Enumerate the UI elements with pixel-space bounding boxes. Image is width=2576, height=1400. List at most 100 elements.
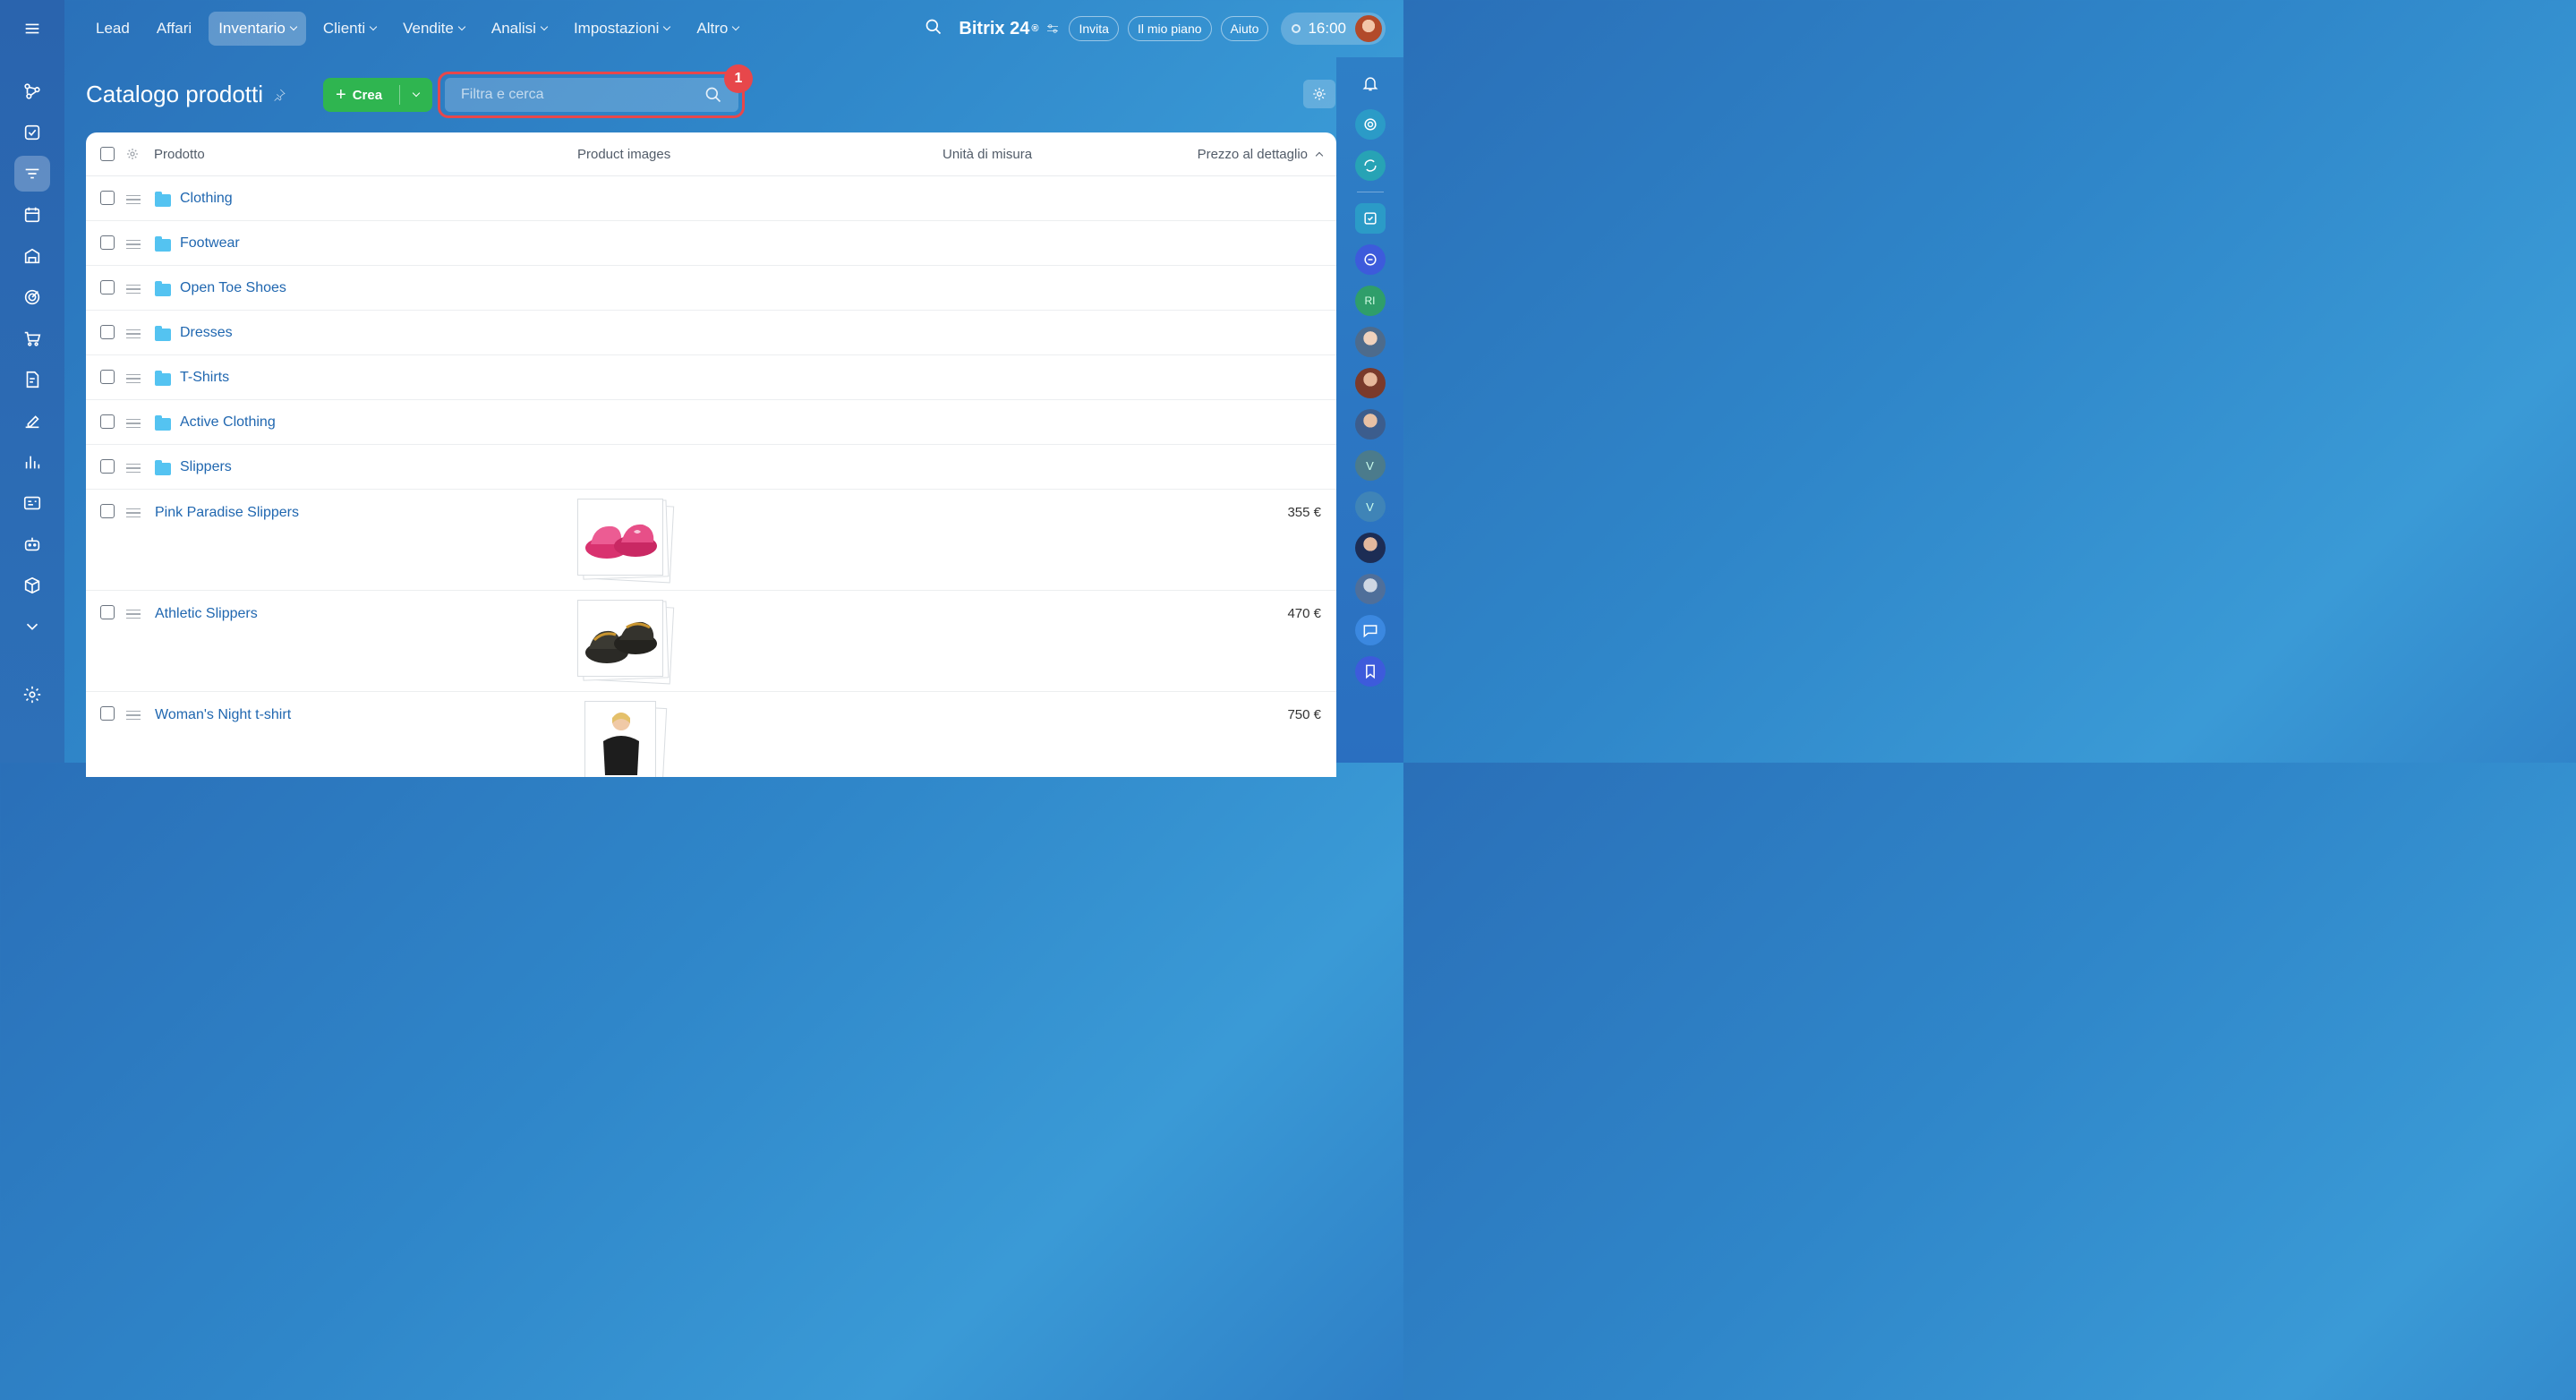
drag-handle-icon[interactable] (126, 419, 141, 428)
folder-link[interactable]: Slippers (180, 459, 232, 475)
chevron-down-icon[interactable] (14, 609, 50, 645)
bookmark-icon[interactable] (1354, 656, 1386, 687)
product-link[interactable]: Pink Paradise Slippers (155, 505, 299, 521)
sign-icon[interactable] (14, 403, 50, 439)
menu-item-vendite[interactable]: Vendite (393, 12, 474, 46)
pin-icon[interactable] (272, 88, 286, 102)
inventory-icon[interactable] (14, 156, 50, 192)
calendar-icon[interactable] (14, 197, 50, 233)
table-row: Clothing (86, 176, 1336, 221)
folder-link[interactable]: Clothing (180, 191, 233, 207)
user-avatar[interactable] (1355, 15, 1382, 42)
drag-handle-icon[interactable] (126, 464, 141, 473)
menu-label: Clienti (322, 20, 366, 37)
row-checkbox[interactable] (100, 370, 115, 384)
menu-item-affari[interactable]: Affari (147, 12, 201, 46)
help-button[interactable]: Aiuto (1220, 16, 1269, 41)
row-checkbox[interactable] (100, 414, 115, 429)
product-link[interactable]: Woman's Night t-shirt (155, 707, 291, 723)
sliders-icon[interactable] (1045, 21, 1060, 36)
tasks-icon[interactable] (14, 115, 50, 150)
row-checkbox[interactable] (100, 504, 115, 518)
table-row: Open Toe Shoes (86, 266, 1336, 311)
column-header-images[interactable]: Product images (577, 147, 670, 162)
drag-handle-icon[interactable] (126, 195, 141, 204)
column-header-price[interactable]: Prezzo al dettaglio (1197, 146, 1324, 162)
chat-bot-icon[interactable] (1354, 244, 1386, 275)
bell-icon[interactable] (1355, 68, 1386, 98)
crm-icon[interactable] (14, 73, 50, 109)
group-avatar[interactable] (1354, 327, 1386, 357)
row-checkbox[interactable] (100, 191, 115, 205)
avatar-ri[interactable]: RI (1354, 286, 1386, 316)
row-checkbox[interactable] (100, 325, 115, 339)
select-all-checkbox[interactable] (100, 147, 115, 161)
chevron-down-icon (289, 22, 298, 31)
menu-item-clienti[interactable]: Clienti (313, 12, 386, 46)
column-header-price-label: Prezzo al dettaglio (1197, 146, 1308, 162)
menu-item-lead[interactable]: Lead (86, 12, 140, 46)
row-checkbox[interactable] (100, 280, 115, 295)
documents-icon[interactable] (14, 362, 50, 397)
row-checkbox[interactable] (100, 459, 115, 474)
menu-item-impostazioni[interactable]: Impostazioni (564, 12, 679, 46)
chevron-down-icon (457, 22, 466, 31)
price-cell: 750 € (1287, 707, 1321, 722)
drag-handle-icon[interactable] (126, 711, 141, 720)
avatar[interactable] (1354, 574, 1386, 604)
avatar-v[interactable]: V (1354, 450, 1386, 481)
sync-icon[interactable] (1354, 150, 1386, 181)
column-header-unit[interactable]: Unità di misura (943, 147, 1032, 162)
product-image-thumbnail[interactable] (577, 499, 675, 585)
chevron-down-icon (663, 22, 671, 31)
drag-handle-icon[interactable] (126, 329, 141, 338)
analytics-icon[interactable] (14, 444, 50, 480)
product-link[interactable]: Athletic Slippers (155, 606, 258, 622)
column-settings-gear-icon[interactable] (125, 147, 140, 161)
drag-handle-icon[interactable] (126, 508, 141, 517)
row-checkbox[interactable] (100, 235, 115, 250)
copilot-icon[interactable] (1354, 109, 1386, 140)
row-checkbox[interactable] (100, 605, 115, 619)
avatar[interactable] (1354, 533, 1386, 563)
robot-icon[interactable] (14, 526, 50, 562)
folder-link[interactable]: Active Clothing (180, 414, 276, 431)
product-image-thumbnail[interactable] (584, 701, 668, 777)
menu-item-inventario[interactable]: Inventario (209, 12, 306, 46)
dark-slippers-image (582, 604, 661, 674)
step-badge: 1 (724, 64, 753, 93)
contact-card-icon[interactable] (14, 485, 50, 521)
create-dropdown-button[interactable] (400, 89, 432, 98)
messages-icon[interactable] (1354, 615, 1386, 645)
clock-widget[interactable]: 16:00 (1281, 13, 1386, 45)
my-plan-button[interactable]: Il mio piano (1127, 16, 1212, 41)
drag-handle-icon[interactable] (126, 285, 141, 294)
column-header-product[interactable]: Prodotto (154, 147, 205, 162)
store-icon[interactable] (14, 238, 50, 274)
page-settings-button[interactable] (1303, 80, 1335, 108)
table-row: Dresses (86, 311, 1336, 355)
avatar[interactable] (1354, 368, 1386, 398)
drag-handle-icon[interactable] (126, 374, 141, 383)
folder-link[interactable]: T-Shirts (180, 370, 229, 386)
folder-link[interactable]: Footwear (180, 235, 240, 252)
menu-item-analisi[interactable]: Analisi (482, 12, 557, 46)
cart-icon[interactable] (14, 320, 50, 356)
folder-link[interactable]: Dresses (180, 325, 233, 341)
drag-handle-icon[interactable] (126, 610, 141, 619)
avatar[interactable] (1354, 409, 1386, 440)
task-check-icon[interactable] (1354, 203, 1386, 234)
package-icon[interactable] (14, 568, 50, 603)
row-checkbox[interactable] (100, 706, 115, 721)
product-image-thumbnail[interactable] (577, 600, 675, 686)
search-icon[interactable] (925, 18, 943, 40)
hamburger-menu-icon[interactable] (14, 11, 50, 47)
target-icon[interactable] (14, 279, 50, 315)
invite-button[interactable]: Invita (1069, 16, 1119, 41)
menu-item-altro[interactable]: Altro (687, 12, 748, 46)
settings-gear-icon[interactable] (14, 677, 50, 713)
drag-handle-icon[interactable] (126, 240, 141, 249)
folder-link[interactable]: Open Toe Shoes (180, 280, 286, 296)
create-button[interactable]: + Crea (323, 78, 432, 112)
avatar-v[interactable]: V (1354, 491, 1386, 522)
